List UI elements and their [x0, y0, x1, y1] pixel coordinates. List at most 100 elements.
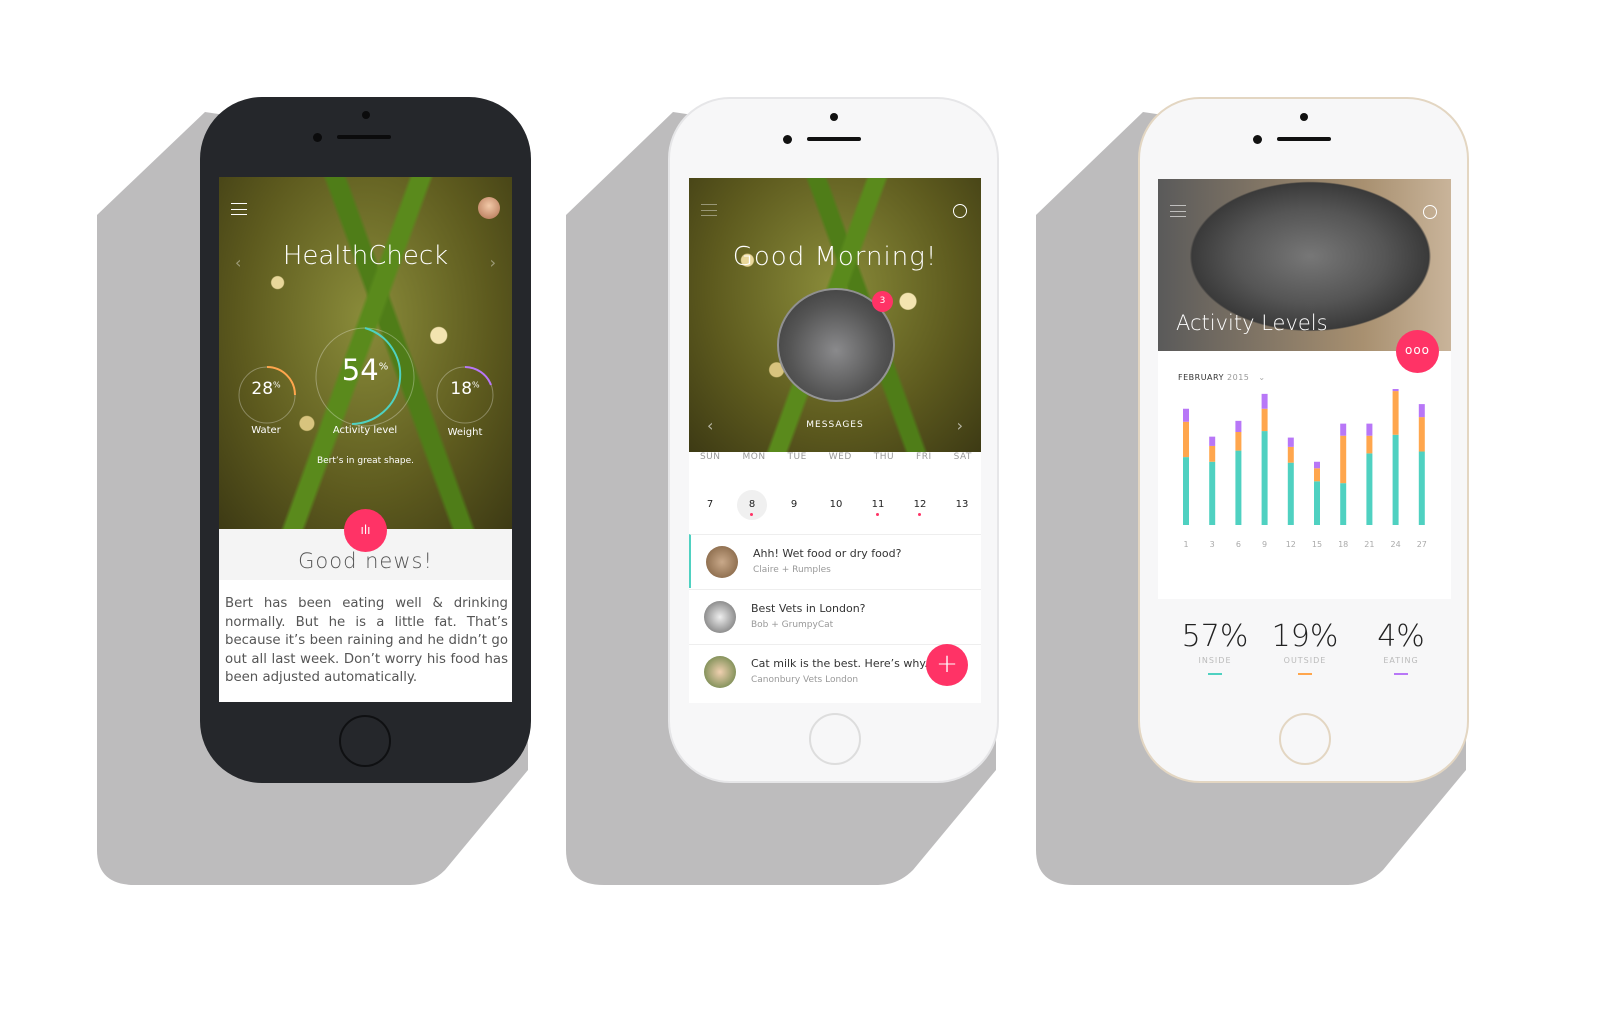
weekday-header: SUN MON TUE WED THU FRI SAT — [689, 452, 981, 462]
phone-messages: Good Morning! 3 MESSAGES ‹ › SUN MON TUE WE… — [668, 97, 999, 783]
x-tick-label: 9 — [1262, 540, 1267, 549]
weekday: MON — [742, 452, 766, 462]
weekday: TUE — [787, 452, 807, 462]
bar-inside — [1287, 462, 1294, 525]
bar-outside — [1261, 408, 1268, 432]
year: 2015 — [1227, 373, 1250, 382]
activity-label: Activity level — [332, 425, 398, 436]
prev-arrow[interactable]: ‹ — [707, 416, 713, 435]
camera — [362, 111, 370, 119]
search-icon[interactable] — [1423, 205, 1437, 219]
activity-value: 54% — [341, 353, 389, 387]
water-label: Water — [251, 425, 281, 436]
message-item[interactable]: Best Vets in London? Bob + GrumpyCat — [689, 589, 981, 643]
message-item[interactable]: Ahh! Wet food or dry food? Claire + Rump… — [689, 534, 981, 588]
bar-eating — [1418, 404, 1425, 418]
speaker — [807, 137, 861, 141]
menu-icon[interactable] — [701, 204, 717, 216]
prev-arrow[interactable]: ‹ — [235, 253, 241, 272]
legend-swatch — [1394, 673, 1408, 675]
search-icon[interactable] — [953, 204, 967, 218]
month-selector[interactable]: FEBRUARY 2015 ⌄ — [1178, 373, 1266, 382]
stat-label: EATING — [1383, 656, 1419, 665]
date[interactable]: 13 — [947, 490, 977, 520]
stat-label: OUTSIDE — [1283, 656, 1327, 665]
bar-eating — [1392, 389, 1399, 392]
month: FEBRUARY — [1178, 373, 1224, 382]
weekday: FRI — [916, 452, 932, 462]
bar-inside — [1235, 450, 1242, 525]
phone-activity: Activity Levels ooo FEBRUARY 2015 ⌄ 1 3 6 9… — [1138, 97, 1469, 783]
x-tick-label: 1 — [1183, 540, 1188, 549]
sensor — [313, 133, 322, 142]
bar-outside — [1314, 468, 1320, 482]
x-tick-label: 3 — [1210, 540, 1215, 549]
bar-outside — [1340, 435, 1347, 484]
menu-icon[interactable] — [1170, 205, 1186, 217]
sensor — [783, 135, 792, 144]
chevron-down-icon: ⌄ — [1258, 373, 1266, 382]
stat-value: 4% — [1377, 619, 1425, 654]
message-title: Cat milk is the best. Here’s why. — [751, 657, 928, 670]
date-selected[interactable]: 8 — [737, 490, 767, 520]
heading: Good news! — [298, 549, 433, 573]
bar-inside — [1314, 481, 1320, 525]
next-arrow[interactable]: › — [957, 416, 963, 435]
bar-eating — [1287, 437, 1294, 447]
message-title: Best Vets in London? — [751, 602, 866, 615]
stat-value: 57% — [1181, 619, 1249, 654]
x-tick-label: 15 — [1312, 540, 1322, 549]
message-title: Ahh! Wet food or dry food? — [753, 547, 902, 560]
camera — [1300, 113, 1308, 121]
weekday: SAT — [953, 452, 972, 462]
speaker — [1277, 137, 1331, 141]
bar-eating — [1366, 423, 1373, 436]
bar-inside — [1366, 453, 1373, 525]
avatar[interactable] — [478, 197, 500, 219]
message-sender: Claire + Rumples — [753, 565, 831, 575]
bar-outside — [1418, 417, 1425, 452]
home-button[interactable] — [809, 713, 861, 765]
bar-inside — [1418, 451, 1425, 525]
sensor — [1253, 135, 1262, 144]
x-tick-label: 12 — [1286, 540, 1296, 549]
bar-inside — [1183, 457, 1189, 525]
greeting: Good Morning! — [732, 242, 938, 272]
status-text: Bert’s in great shape. — [316, 456, 415, 466]
plus-icon: + — [936, 649, 958, 679]
avatar — [706, 546, 738, 578]
stat-label: INSIDE — [1198, 656, 1232, 665]
next-arrow[interactable]: › — [490, 253, 496, 272]
bar-inside — [1209, 461, 1216, 525]
bar-eating — [1183, 408, 1189, 422]
activity-chart: 1 3 6 9 12 15 18 21 24 27 — [1183, 389, 1427, 549]
weekday: THU — [873, 452, 895, 462]
date[interactable]: 11 — [863, 490, 893, 520]
date[interactable]: 12 — [905, 490, 935, 520]
more-icon: ooo — [1404, 343, 1431, 357]
date[interactable]: 7 — [695, 490, 725, 520]
date[interactable]: 10 — [821, 490, 851, 520]
weekday: SUN — [699, 452, 721, 462]
add-button[interactable]: + — [926, 644, 968, 686]
bar-outside — [1235, 432, 1242, 451]
bar-outside — [1366, 435, 1373, 454]
bar-inside — [1340, 483, 1347, 525]
weekday: WED — [828, 452, 852, 462]
message-sender: Canonbury Vets London — [751, 675, 859, 685]
message-sender: Bob + GrumpyCat — [751, 620, 834, 630]
stat-value: 19% — [1271, 619, 1339, 654]
water-value: 28% — [251, 379, 281, 399]
bar-eating — [1340, 423, 1347, 436]
x-tick-label: 18 — [1338, 540, 1348, 549]
stat-inside: 57% INSIDE — [1175, 619, 1255, 675]
legend-swatch — [1208, 673, 1222, 675]
menu-icon[interactable] — [231, 203, 247, 215]
home-button[interactable] — [1279, 713, 1331, 765]
home-button[interactable] — [339, 715, 391, 767]
more-button[interactable]: ooo — [1396, 330, 1439, 373]
chart-button[interactable]: ılı — [344, 509, 387, 552]
stat-eating: 4% EATING — [1361, 619, 1441, 675]
date[interactable]: 9 — [779, 490, 809, 520]
bar-inside — [1392, 434, 1399, 525]
